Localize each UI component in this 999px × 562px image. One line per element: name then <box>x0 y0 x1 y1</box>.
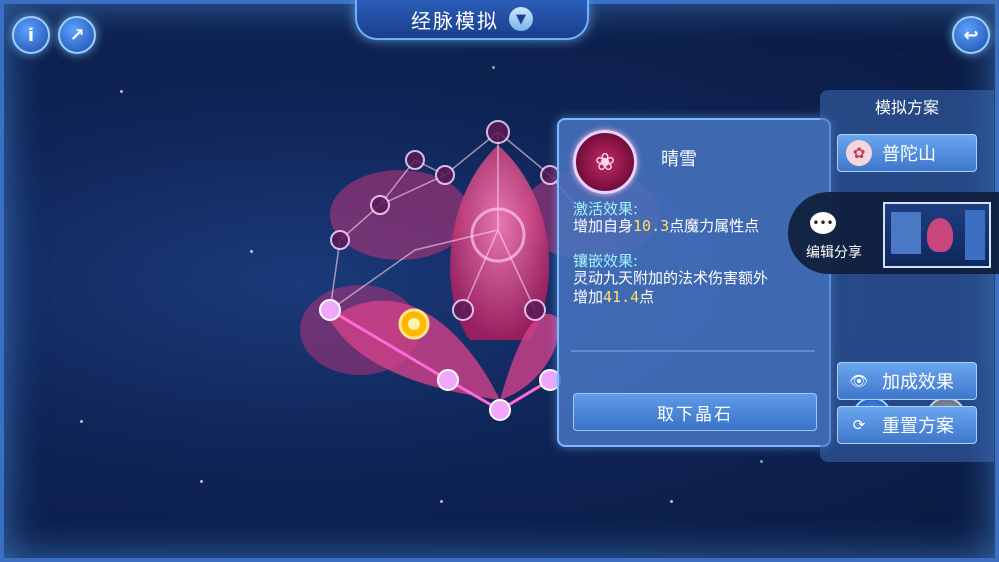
edit-share-label: 编辑分享 <box>806 245 862 261</box>
crystal-stone-icon: ❀ <box>573 130 637 194</box>
reset-scheme-button[interactable]: ⟳ 重置方案 <box>837 406 977 444</box>
sect-select-button[interactable]: ✿ 普陀山 <box>837 134 977 172</box>
star <box>492 66 495 69</box>
stone-name: 晴雪 <box>661 149 697 170</box>
share-popup[interactable]: ••• 编辑分享 <box>788 192 999 274</box>
star <box>80 420 83 423</box>
sect-label: 普陀山 <box>882 144 936 165</box>
speech-bubble-icon: ••• <box>810 212 836 234</box>
remove-stone-button[interactable]: 取下晶石 <box>573 393 817 431</box>
star <box>440 500 443 503</box>
info-button[interactable]: i <box>12 16 50 54</box>
star <box>760 460 763 463</box>
activate-effect-title: 激活效果: <box>573 200 639 218</box>
reset-scheme-label: 重置方案 <box>882 416 954 437</box>
star <box>200 480 203 483</box>
star <box>250 250 253 253</box>
info-icon: i <box>27 24 35 46</box>
chevron-down-icon[interactable]: ▼ <box>509 7 533 31</box>
star <box>120 90 123 93</box>
refresh-icon: ⟳ <box>852 416 866 434</box>
inlay-effect-text: 灵动九天附加的法术伤害额外 增加41.4点 <box>573 269 769 306</box>
eye-icon: 👁 <box>849 372 869 390</box>
inlay-effect-title: 镶嵌效果: <box>573 252 639 270</box>
scheme-panel: 模拟方案 ✿ 普陀山 ‹ › 👁 加成效果 ⟳ 重置方案 <box>820 90 994 462</box>
share-export-button[interactable]: ↗ <box>58 16 96 54</box>
activate-effect-text: 增加自身10.3点魔力属性点 <box>573 217 760 235</box>
inlay-effect-value: 41.4 <box>603 288 640 306</box>
bonus-effect-label: 加成效果 <box>882 372 954 393</box>
page-title: 经脉模拟 <box>411 8 499 33</box>
star <box>670 500 673 503</box>
title-bar[interactable]: 经脉模拟 ▼ <box>355 0 589 40</box>
activate-effect-value: 10.3 <box>633 217 670 235</box>
lotus-icon: ✿ <box>846 140 872 166</box>
scheme-panel-title: 模拟方案 <box>874 98 939 117</box>
stone-info-panel: ❀ 晴雪 激活效果: 增加自身10.3点魔力属性点 镶嵌效果: 灵动九天附加的法… <box>557 118 831 447</box>
bonus-effect-button[interactable]: 👁 加成效果 <box>837 362 977 400</box>
divider <box>571 310 815 352</box>
share-export-icon: ↗ <box>69 24 85 46</box>
screenshot-thumbnail[interactable] <box>883 202 991 268</box>
back-button[interactable]: ↩ <box>952 16 990 54</box>
back-icon: ↩ <box>963 24 979 46</box>
